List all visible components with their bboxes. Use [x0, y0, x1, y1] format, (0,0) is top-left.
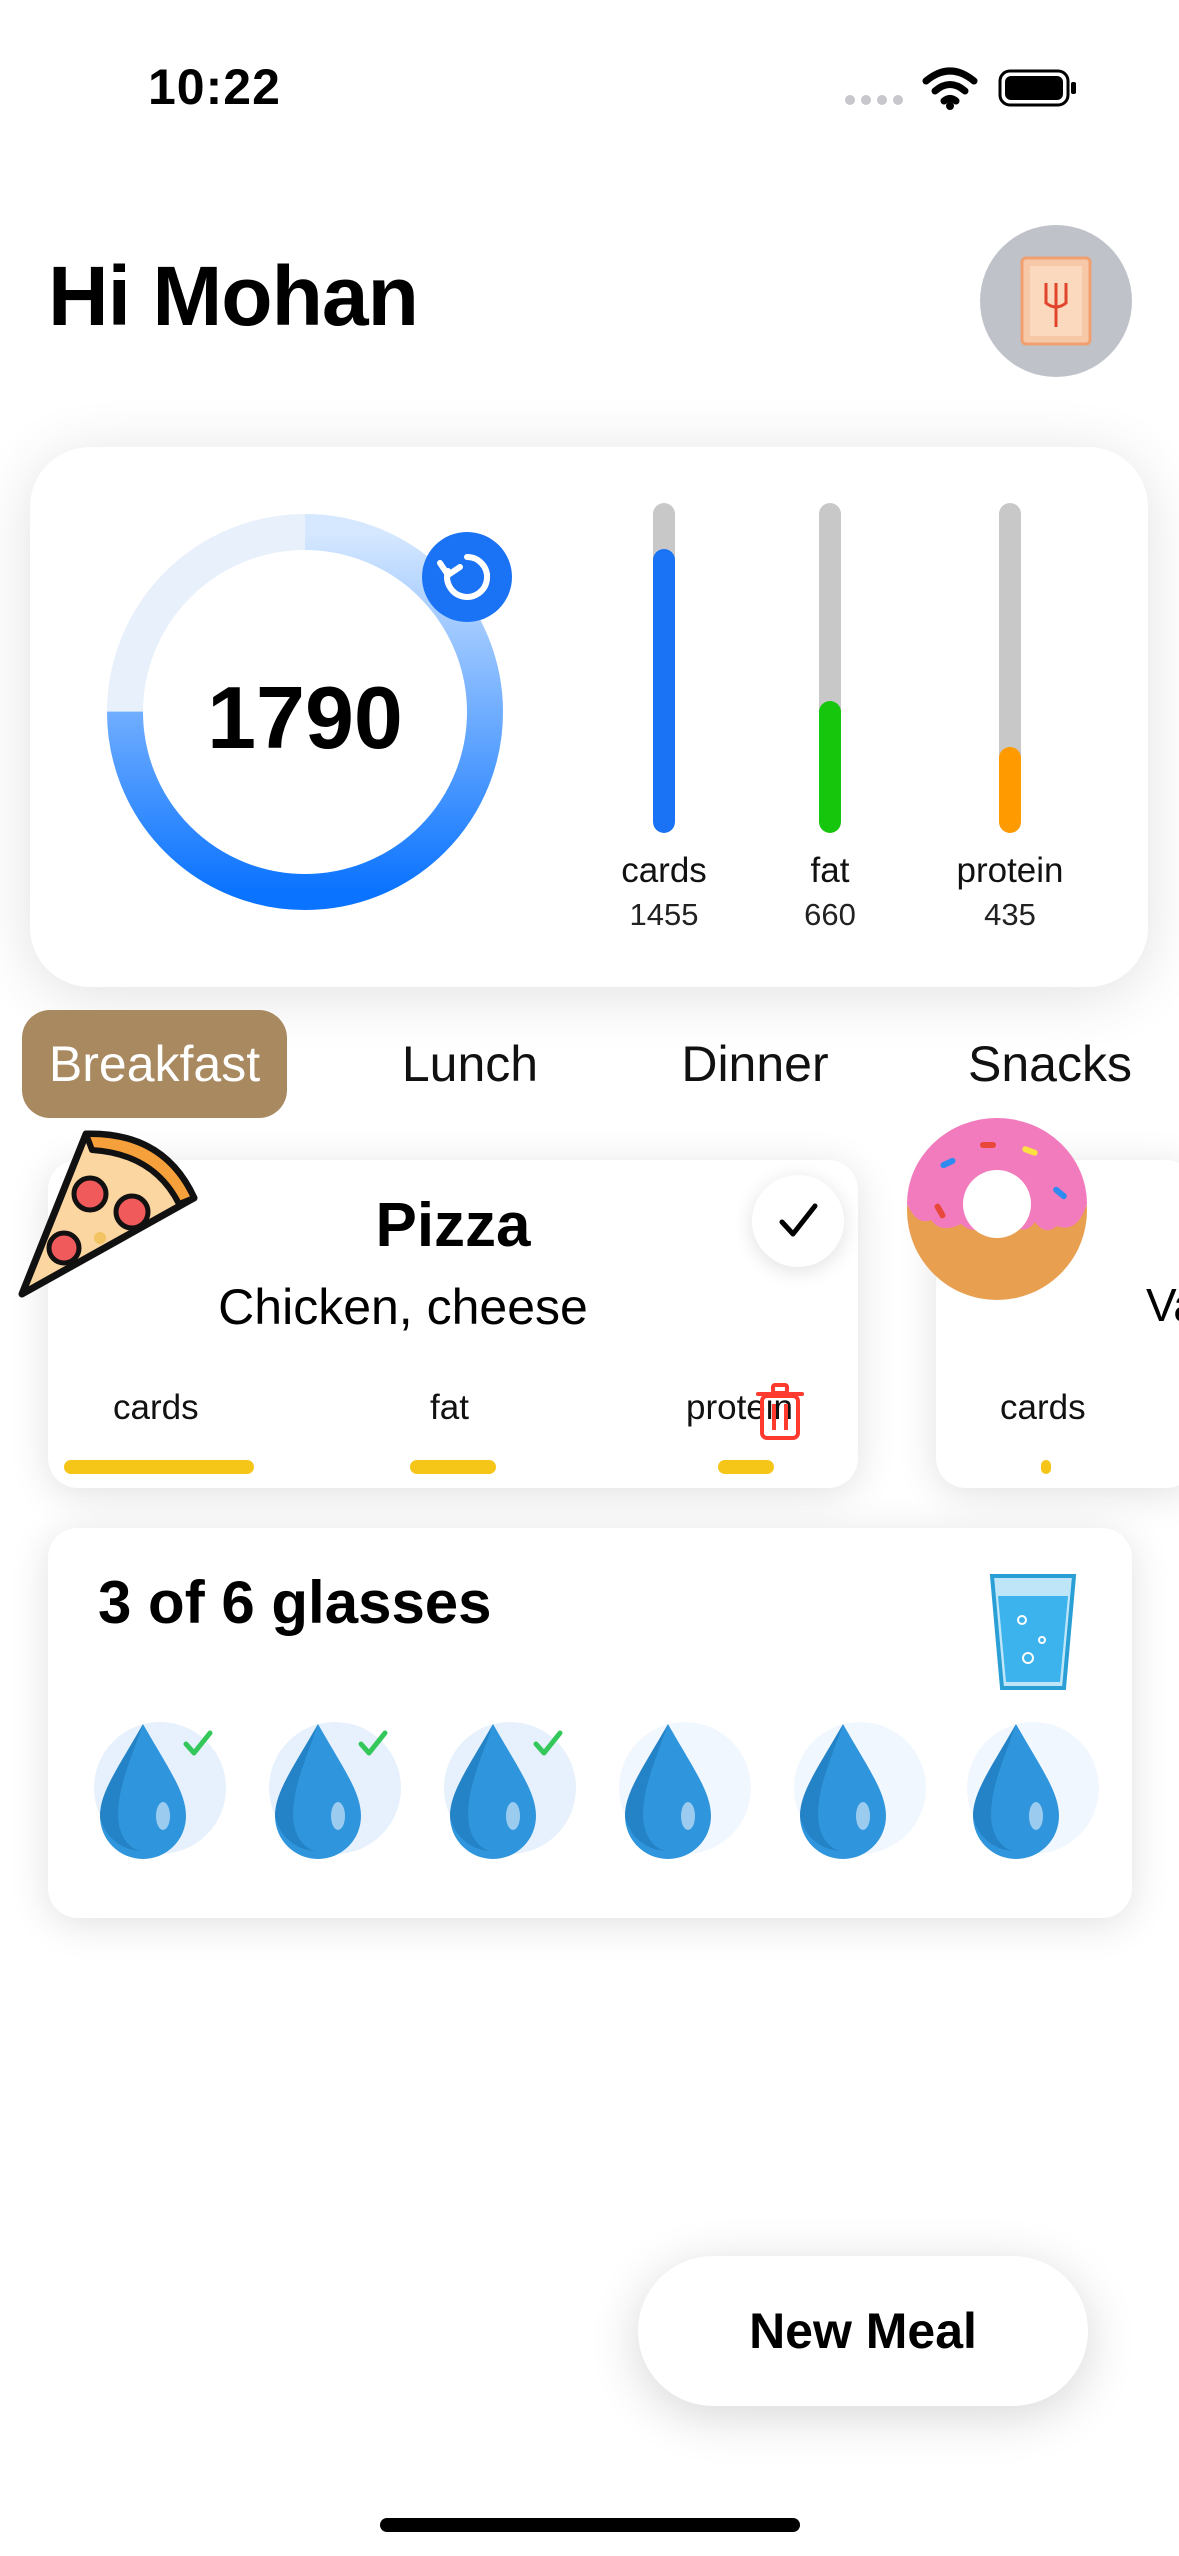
calorie-total: 1790: [207, 668, 403, 767]
fat-value: 660: [804, 897, 856, 932]
protein-label: protein: [956, 851, 1064, 890]
water-tracker-card: 3 of 6 glasses: [48, 1528, 1132, 1918]
protein-value: 435: [984, 897, 1036, 932]
status-time: 10:22: [148, 59, 281, 115]
tab-dinner[interactable]: Dinner: [660, 1010, 850, 1118]
meal-macro-cards: cards: [1000, 1388, 1086, 1427]
meal-tabs: Breakfast Lunch Dinner Snacks: [0, 1010, 1179, 1120]
donut-icon: [907, 1118, 1087, 1300]
water-drop-icon[interactable]: [951, 1718, 1101, 1868]
profile-avatar-button[interactable]: [980, 225, 1132, 377]
greeting-title: Hi Mohan: [48, 249, 419, 343]
battery-icon: [998, 69, 1076, 107]
home-indicator: [380, 2518, 800, 2532]
tab-lunch[interactable]: Lunch: [370, 1010, 570, 1118]
mark-eaten-button[interactable]: [752, 1175, 844, 1267]
nutrition-summary-card: 1790 cards 1455 fat 660 protein 435: [30, 447, 1148, 987]
water-drop-icon[interactable]: [253, 1718, 403, 1868]
meal-title: Vani: [1146, 1279, 1179, 1331]
cards-progress-line: [1041, 1460, 1051, 1474]
meal-macro-cards: cards: [113, 1388, 199, 1427]
water-drop-icon[interactable]: [428, 1718, 578, 1868]
wifi-icon: [922, 67, 978, 110]
cards-progress-line: [64, 1460, 254, 1474]
new-meal-button[interactable]: New Meal: [638, 2256, 1088, 2406]
meal-macro-fat: fat: [430, 1388, 469, 1427]
checkmark-icon: [779, 1203, 818, 1237]
trash-icon[interactable]: [756, 1382, 804, 1442]
cards-bar: [653, 503, 675, 833]
water-count-title: 3 of 6 glasses: [98, 1569, 492, 1636]
pizza-icon: [18, 1130, 198, 1298]
tab-snacks[interactable]: Snacks: [945, 1010, 1155, 1118]
menu-book-icon: [1020, 256, 1092, 346]
water-drop-icon[interactable]: [78, 1718, 228, 1868]
tab-breakfast[interactable]: Breakfast: [22, 1010, 287, 1118]
fat-progress-line: [410, 1460, 496, 1474]
water-drop-icon[interactable]: [603, 1718, 753, 1868]
protein-bar: [999, 503, 1021, 833]
fat-bar: [819, 503, 841, 833]
fat-label: fat: [810, 851, 850, 890]
protein-progress-line: [718, 1460, 774, 1474]
reset-icon[interactable]: [422, 532, 512, 622]
cellular-signal-icon: [845, 95, 905, 107]
water-glass-icon: [989, 1574, 1077, 1690]
water-drop-icon[interactable]: [778, 1718, 928, 1868]
